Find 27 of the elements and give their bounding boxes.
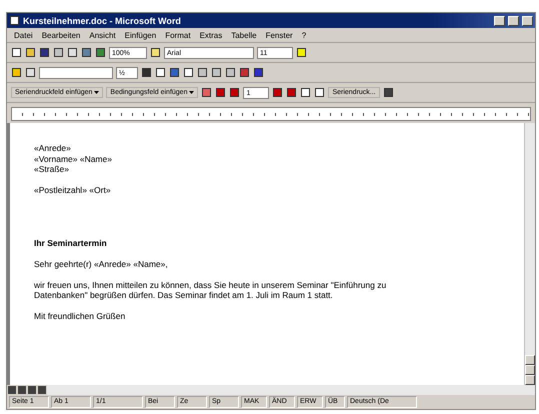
document-line: «Anrede» — [34, 143, 72, 154]
window-title: Kursteilnehmer.doc - Microsoft Word — [23, 16, 182, 26]
menu-item[interactable]: Format — [162, 30, 194, 40]
menu-item[interactable]: Fenster — [262, 30, 296, 40]
close-button[interactable] — [522, 16, 533, 26]
document-line: Mit freundlichen Grüßen — [34, 311, 126, 322]
maximize-button[interactable] — [508, 16, 519, 26]
menu-item[interactable]: Extras — [196, 30, 226, 40]
document-line: «Straße» — [34, 164, 70, 174]
document-heading: Ihr Seminartermin — [34, 238, 108, 248]
document-line: Datenbanken" begrüßen dürfen. Das Seminar findet am 1. Juli im Raum 1 statt. — [34, 290, 334, 300]
caret-icon — [189, 91, 194, 94]
menu-item[interactable]: Datei — [11, 30, 36, 40]
menu-item[interactable]: Tabelle — [228, 30, 260, 40]
document-line: Sehr geehrte(r) «Anrede» «Name», — [34, 258, 169, 269]
document-line: «Vorname» «Name» — [34, 154, 113, 164]
caret-icon — [94, 91, 100, 94]
document-line: «Postleitzahl» «Ort» — [34, 185, 112, 196]
menu-item[interactable]: Einfügen — [122, 30, 160, 40]
horizontal-scrollbar[interactable] — [7, 385, 535, 395]
line-style-field[interactable] — [39, 66, 113, 78]
menu-item[interactable]: Bearbeiten — [38, 30, 84, 40]
document-line: wir freuen uns, Ihnen mitteilen zu können, dass Sie heute in unserem Seminar "Einführung zu — [34, 280, 388, 290]
minimize-button[interactable] — [494, 16, 505, 26]
vertical-scrollbar[interactable] — [524, 123, 535, 385]
menu-item[interactable]: ? — [298, 30, 310, 40]
menu-item[interactable]: Ansicht — [86, 30, 119, 40]
